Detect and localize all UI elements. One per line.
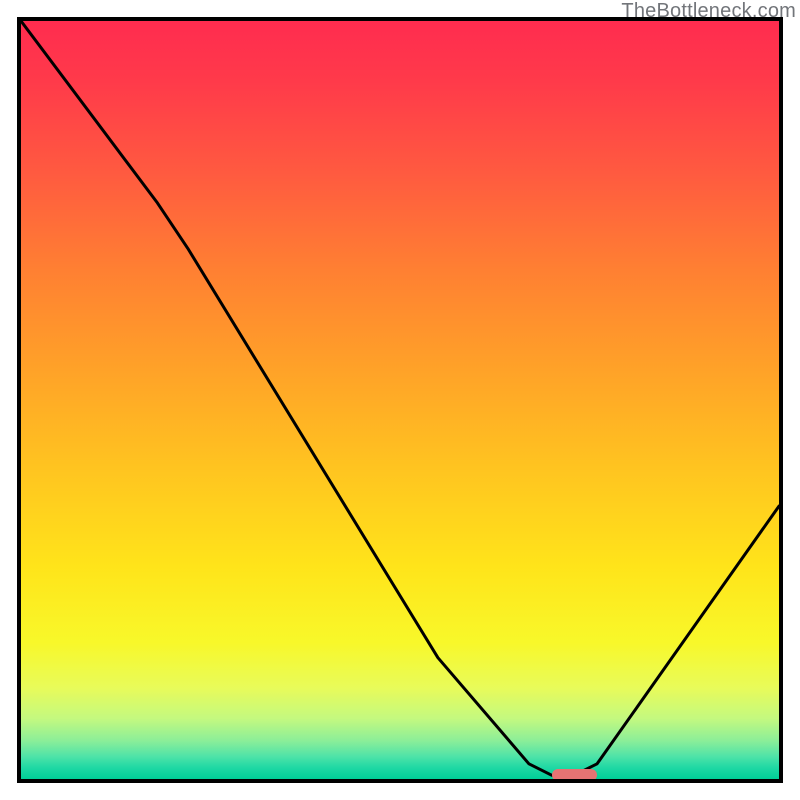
bottleneck-chart: TheBottleneck.com — [0, 0, 800, 800]
plot-gradient-background — [21, 21, 779, 779]
watermark-text: TheBottleneck.com — [621, 0, 796, 23]
optimal-range-marker — [552, 769, 597, 781]
